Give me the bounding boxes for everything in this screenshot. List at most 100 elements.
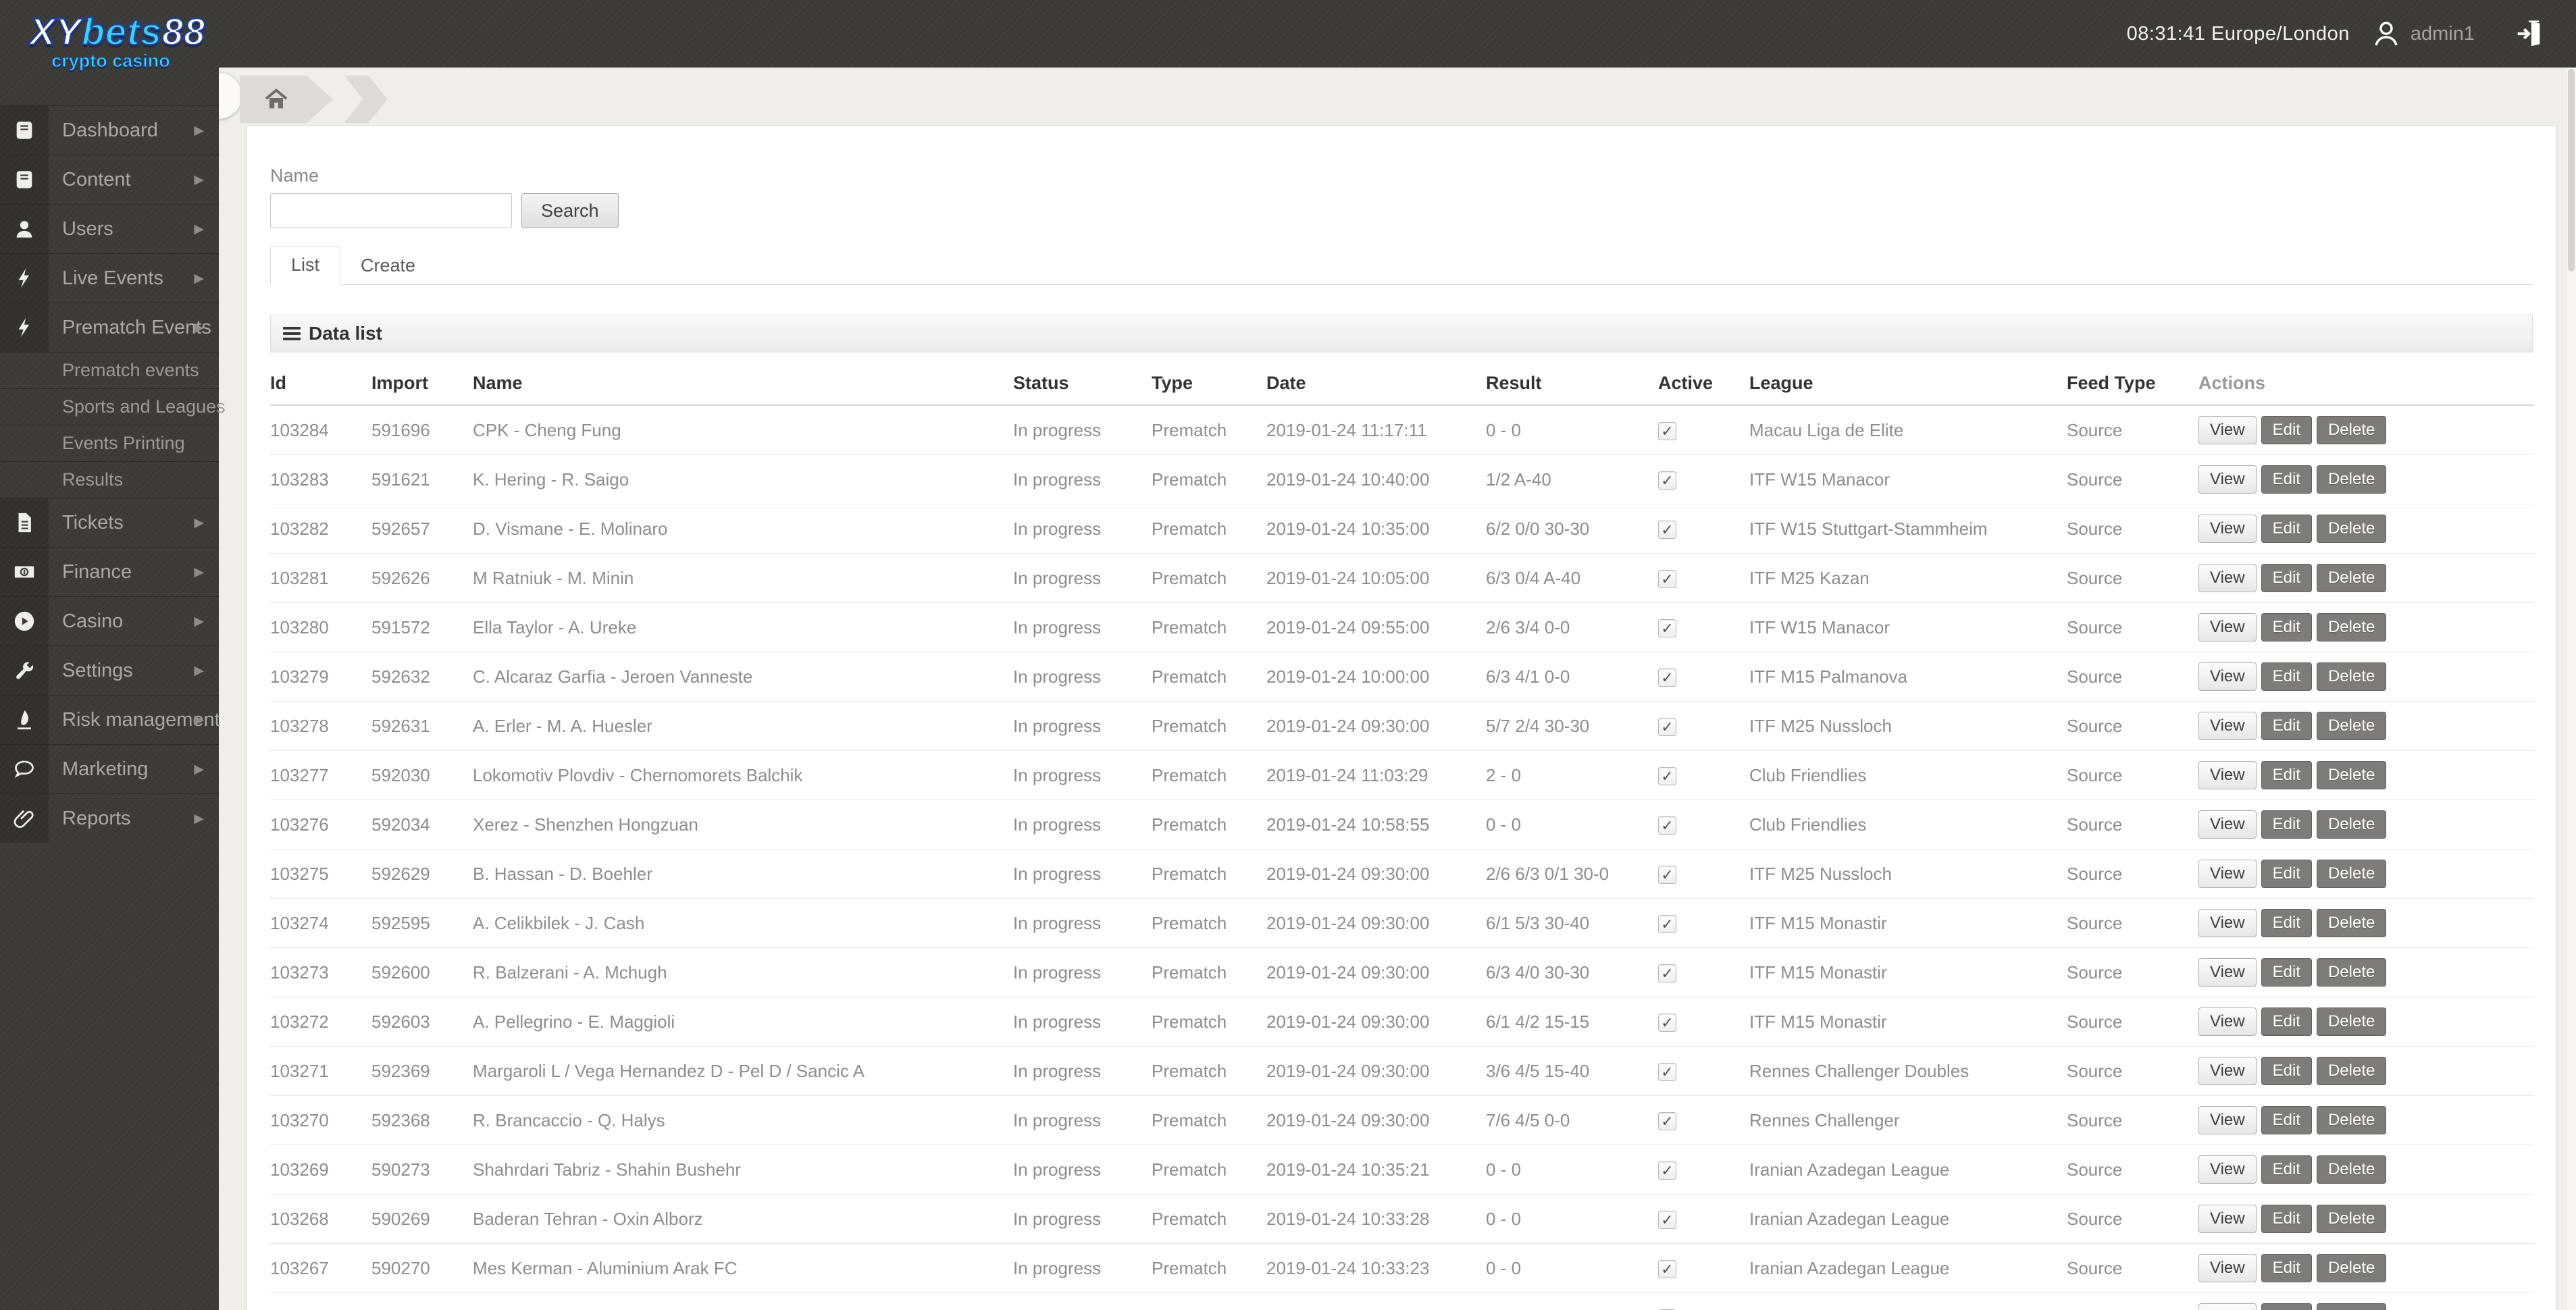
active-checkbox[interactable]: ✓ — [1658, 1062, 1676, 1081]
edit-button[interactable]: Edit — [2261, 761, 2312, 789]
delete-button[interactable]: Delete — [2316, 564, 2387, 592]
active-checkbox[interactable]: ✓ — [1658, 569, 1676, 588]
sidebar-item-risk-management[interactable]: Risk management ▶ — [0, 695, 220, 744]
edit-button[interactable]: Edit — [2261, 860, 2312, 888]
edit-button[interactable]: Edit — [2261, 1106, 2312, 1134]
delete-button[interactable]: Delete — [2316, 712, 2387, 740]
active-checkbox[interactable]: ✓ — [1658, 421, 1676, 440]
delete-button[interactable]: Delete — [2316, 1303, 2387, 1310]
view-button[interactable]: View — [2198, 810, 2257, 839]
delete-button[interactable]: Delete — [2316, 860, 2387, 888]
view-button[interactable]: View — [2198, 761, 2257, 789]
edit-button[interactable]: Edit — [2261, 1007, 2312, 1036]
logout-icon[interactable] — [2514, 18, 2545, 49]
sidebar-item-finance[interactable]: Finance ▶ — [0, 547, 219, 596]
edit-button[interactable]: Edit — [2261, 662, 2312, 691]
delete-button[interactable]: Delete — [2316, 810, 2387, 839]
view-button[interactable]: View — [2198, 1057, 2257, 1085]
sidebar-item-dashboard[interactable]: Dashboard ▶ — [0, 105, 219, 155]
active-checkbox[interactable]: ✓ — [1658, 865, 1676, 884]
sidebar-item-settings[interactable]: Settings ▶ — [0, 646, 219, 695]
delete-button[interactable]: Delete — [2316, 1007, 2387, 1036]
delete-button[interactable]: Delete — [2316, 1205, 2387, 1233]
sidebar-item-content[interactable]: Content ▶ — [0, 155, 219, 204]
edit-button[interactable]: Edit — [2261, 1057, 2312, 1085]
view-button[interactable]: View — [2198, 1303, 2257, 1310]
active-checkbox[interactable]: ✓ — [1658, 619, 1676, 637]
delete-button[interactable]: Delete — [2316, 1106, 2387, 1134]
delete-button[interactable]: Delete — [2316, 1254, 2387, 1282]
delete-button[interactable]: Delete — [2316, 1057, 2387, 1085]
delete-button[interactable]: Delete — [2316, 613, 2387, 641]
delete-button[interactable]: Delete — [2316, 909, 2387, 937]
view-button[interactable]: View — [2198, 860, 2257, 888]
view-button[interactable]: View — [2198, 416, 2257, 444]
breadcrumb-home[interactable] — [240, 76, 333, 123]
view-button[interactable]: View — [2198, 465, 2257, 494]
delete-button[interactable]: Delete — [2316, 1155, 2387, 1184]
active-checkbox[interactable]: ✓ — [1658, 471, 1676, 490]
active-checkbox[interactable]: ✓ — [1658, 1259, 1676, 1278]
delete-button[interactable]: Delete — [2316, 662, 2387, 691]
view-button[interactable]: View — [2198, 1106, 2257, 1134]
edit-button[interactable]: Edit — [2261, 1303, 2312, 1310]
view-button[interactable]: View — [2198, 712, 2257, 740]
sidebar-item-events-printing[interactable]: Events Printing — [0, 425, 219, 461]
delete-button[interactable]: Delete — [2316, 515, 2387, 543]
active-checkbox[interactable]: ✓ — [1658, 668, 1676, 687]
active-checkbox[interactable]: ✓ — [1658, 964, 1676, 983]
edit-button[interactable]: Edit — [2261, 810, 2312, 839]
sidebar-item-prematch-events[interactable]: Prematch Events ▶ — [0, 303, 219, 352]
sidebar-item-users[interactable]: Users ▶ — [0, 204, 219, 253]
delete-button[interactable]: Delete — [2316, 416, 2387, 444]
user-menu[interactable]: admin1 — [2370, 18, 2475, 50]
sidebar-item-marketing[interactable]: Marketing ▶ — [0, 744, 219, 793]
name-filter-input[interactable] — [270, 193, 512, 228]
edit-button[interactable]: Edit — [2261, 712, 2312, 740]
active-checkbox[interactable]: ✓ — [1658, 1161, 1676, 1180]
page-scrollbar[interactable] — [2566, 68, 2576, 1310]
sidebar-item-results[interactable]: Results — [0, 461, 219, 498]
tab-create[interactable]: Create — [340, 247, 436, 285]
sidebar-item-tickets[interactable]: Tickets ▶ — [0, 498, 219, 547]
view-button[interactable]: View — [2198, 909, 2257, 937]
active-checkbox[interactable]: ✓ — [1658, 1111, 1676, 1130]
sidebar-item-prematch-events[interactable]: Prematch events — [0, 352, 219, 388]
edit-button[interactable]: Edit — [2261, 613, 2312, 641]
view-button[interactable]: View — [2198, 515, 2257, 543]
search-button[interactable]: Search — [521, 193, 619, 228]
edit-button[interactable]: Edit — [2261, 909, 2312, 937]
edit-button[interactable]: Edit — [2261, 564, 2312, 592]
edit-button[interactable]: Edit — [2261, 1155, 2312, 1184]
sidebar-item-casino[interactable]: Casino ▶ — [0, 596, 219, 646]
view-button[interactable]: View — [2198, 958, 2257, 987]
delete-button[interactable]: Delete — [2316, 958, 2387, 987]
edit-button[interactable]: Edit — [2261, 958, 2312, 987]
edit-button[interactable]: Edit — [2261, 515, 2312, 543]
active-checkbox[interactable]: ✓ — [1658, 914, 1676, 933]
scrollbar-thumb[interactable] — [2568, 69, 2575, 271]
view-button[interactable]: View — [2198, 1254, 2257, 1282]
active-checkbox[interactable]: ✓ — [1658, 766, 1676, 785]
active-checkbox[interactable]: ✓ — [1658, 717, 1676, 736]
active-checkbox[interactable]: ✓ — [1658, 520, 1676, 539]
active-checkbox[interactable]: ✓ — [1658, 1210, 1676, 1229]
active-checkbox[interactable]: ✓ — [1658, 1013, 1676, 1032]
sidebar-item-reports[interactable]: Reports ▶ — [0, 793, 219, 843]
view-button[interactable]: View — [2198, 662, 2257, 691]
tab-list[interactable]: List — [270, 246, 341, 285]
sidebar-item-live-events[interactable]: Live Events ▶ — [0, 253, 219, 303]
edit-button[interactable]: Edit — [2261, 1254, 2312, 1282]
active-checkbox[interactable]: ✓ — [1658, 816, 1676, 835]
edit-button[interactable]: Edit — [2261, 1205, 2312, 1233]
view-button[interactable]: View — [2198, 1155, 2257, 1184]
edit-button[interactable]: Edit — [2261, 465, 2312, 494]
view-button[interactable]: View — [2198, 1007, 2257, 1036]
view-button[interactable]: View — [2198, 613, 2257, 641]
edit-button[interactable]: Edit — [2261, 416, 2312, 444]
delete-button[interactable]: Delete — [2316, 465, 2387, 494]
delete-button[interactable]: Delete — [2316, 761, 2387, 789]
view-button[interactable]: View — [2198, 564, 2257, 592]
view-button[interactable]: View — [2198, 1205, 2257, 1233]
sidebar-item-sports-and-leagues[interactable]: Sports and Leagues — [0, 388, 226, 425]
